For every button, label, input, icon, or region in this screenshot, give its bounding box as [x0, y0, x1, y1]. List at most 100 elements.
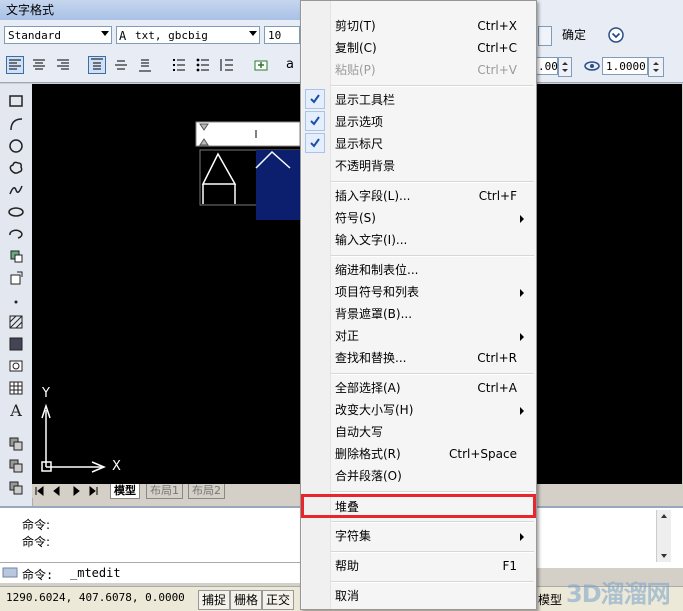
text-height-input[interactable]: 10 — [264, 26, 300, 44]
mtext-tool[interactable]: A — [6, 402, 26, 420]
menu-item-help[interactable]: 帮助 F1 — [302, 555, 535, 577]
menu-item-find-replace[interactable]: 查找和替换... Ctrl+R — [302, 347, 535, 369]
ortho-toggle[interactable]: 正交 — [262, 590, 295, 610]
watermark: 3D溜溜网 — [566, 580, 671, 608]
letters-list-button[interactable] — [218, 56, 236, 74]
align-bottom-button[interactable] — [136, 56, 154, 74]
style-select-value: Standard — [8, 29, 61, 42]
gradient-tool[interactable] — [6, 336, 26, 354]
spline-icon — [9, 185, 23, 195]
menu-item-justification[interactable]: 对正 — [302, 325, 535, 347]
spinner-arrows-icon — [562, 62, 568, 72]
insert-block-tool[interactable] — [6, 248, 26, 266]
command-line[interactable]: 命令: _mtedit — [0, 562, 300, 583]
menu-item-show-toolbar[interactable]: 显示工具栏 — [302, 89, 535, 111]
command-prompt: 命令: — [22, 568, 54, 582]
insert-field-icon — [254, 60, 268, 71]
rectangle-tool[interactable] — [6, 94, 26, 112]
stack-toggle-button[interactable] — [538, 26, 552, 46]
menu-item-insert-field[interactable]: 插入字段(L)... Ctrl+F — [302, 185, 535, 207]
align-top-button[interactable] — [88, 56, 106, 74]
checkmark-icon — [305, 111, 325, 131]
menu-item-character-set[interactable]: 字符集 — [302, 525, 535, 547]
insert-field-button[interactable] — [252, 56, 270, 74]
mirror-tool[interactable] — [6, 458, 26, 476]
command-scrollbar[interactable] — [656, 510, 671, 562]
menu-item-show-options[interactable]: 显示选项 — [302, 111, 535, 133]
menu-item-copy[interactable]: 复制(C) Ctrl+C — [302, 37, 535, 59]
menu-item-symbol[interactable]: 符号(S) — [302, 207, 535, 229]
align-right-icon — [57, 59, 69, 70]
submenu-arrow-icon — [520, 333, 524, 341]
checkmark-icon — [305, 89, 325, 109]
ellipse-tool[interactable] — [6, 204, 26, 222]
command-input[interactable]: _mtedit — [70, 566, 121, 580]
oblique-angle-spinner[interactable] — [558, 57, 572, 77]
menu-item-autocaps[interactable]: 自动大写 — [302, 421, 535, 443]
command-history-line: 命令: — [22, 518, 51, 532]
revcloud-tool[interactable] — [6, 160, 26, 178]
menu-item-cancel[interactable]: 取消 — [302, 585, 535, 607]
align-left-button[interactable] — [6, 56, 24, 74]
region-tool[interactable] — [6, 358, 26, 376]
ok-button[interactable]: 确定 — [556, 26, 592, 44]
copy-tool[interactable] — [6, 436, 26, 454]
menu-item-change-case[interactable]: 改变大小写(H) — [302, 399, 535, 421]
align-middle-button[interactable] — [112, 56, 130, 74]
point-tool[interactable] — [6, 292, 26, 310]
offset-tool[interactable] — [6, 480, 26, 498]
bullets-button[interactable] — [194, 56, 212, 74]
tracking-spinner[interactable] — [648, 57, 664, 77]
tab-model[interactable]: 模型 — [110, 484, 140, 499]
spline-tool[interactable] — [6, 182, 26, 200]
tab-layout1[interactable]: 布局1 — [146, 484, 183, 499]
annotation-highlight-box — [301, 494, 536, 518]
bulleted-list-icon — [196, 58, 209, 72]
font-select[interactable]: A txt, gbcbig — [116, 26, 260, 44]
tracking-input[interactable]: 1.0000 — [602, 57, 648, 75]
menu-item-combine-paragraphs[interactable]: 合并段落(O) — [302, 465, 535, 487]
coordinate-readout: 1290.6024, 407.6078, 0.0000 — [6, 591, 185, 604]
menu-item-bullets-lists[interactable]: 项目符号和列表 — [302, 281, 535, 303]
region-icon — [9, 360, 23, 372]
options-button[interactable] — [606, 25, 626, 45]
circle-tool[interactable] — [6, 138, 26, 156]
cloud-icon — [9, 161, 23, 174]
numbered-list-icon — [173, 59, 185, 71]
hatch-tool[interactable] — [6, 314, 26, 332]
oblique-angle-input[interactable]: .00 — [534, 57, 558, 75]
menu-separator — [331, 373, 534, 375]
menu-separator — [331, 581, 534, 583]
submenu-arrow-icon — [520, 407, 524, 415]
ellipse-arc-tool[interactable] — [6, 226, 26, 244]
table-tool[interactable] — [6, 380, 26, 398]
uppercase-button[interactable]: a — [286, 57, 294, 72]
align-right-button[interactable] — [54, 56, 72, 74]
grid-toggle[interactable]: 栅格 — [230, 590, 263, 610]
snap-toggle[interactable]: 捕捉 — [198, 590, 231, 610]
menu-item-paste[interactable]: 粘贴(P) Ctrl+V — [302, 59, 535, 81]
menu-item-opaque-background[interactable]: 不透明背景 — [302, 155, 535, 177]
oblique-angle-value: .00 — [538, 60, 558, 73]
make-block-tool[interactable] — [6, 270, 26, 288]
numbering-button[interactable] — [170, 56, 188, 74]
menu-item-indents-tabs[interactable]: 缩进和制表位... — [302, 259, 535, 281]
tab-nav-arrows[interactable] — [34, 485, 106, 500]
style-select[interactable]: Standard — [4, 26, 112, 44]
menu-item-cut[interactable]: 剪切(T) Ctrl+X — [302, 15, 535, 37]
align-left-icon — [9, 59, 21, 70]
draw-toolbar: A — [0, 84, 33, 506]
menu-item-select-all[interactable]: 全部选择(A) Ctrl+A — [302, 377, 535, 399]
arc-tool[interactable] — [6, 116, 26, 134]
command-history-line: 命令: — [22, 535, 51, 549]
menu-item-show-ruler[interactable]: 显示标尺 — [302, 133, 535, 155]
align-center-button[interactable] — [30, 56, 48, 74]
tab-layout2[interactable]: 布局2 — [188, 484, 225, 499]
menu-item-remove-formatting[interactable]: 删除格式(R) Ctrl+Space — [302, 443, 535, 465]
block-icon — [10, 250, 23, 263]
menu-item-background-mask[interactable]: 背景遮罩(B)... — [302, 303, 535, 325]
model-space-label[interactable]: 模型 — [538, 591, 562, 608]
options-chevron-icon — [608, 27, 624, 43]
menu-item-import-text[interactable]: 输入文字(I)... — [302, 229, 535, 251]
table-icon — [9, 381, 23, 395]
